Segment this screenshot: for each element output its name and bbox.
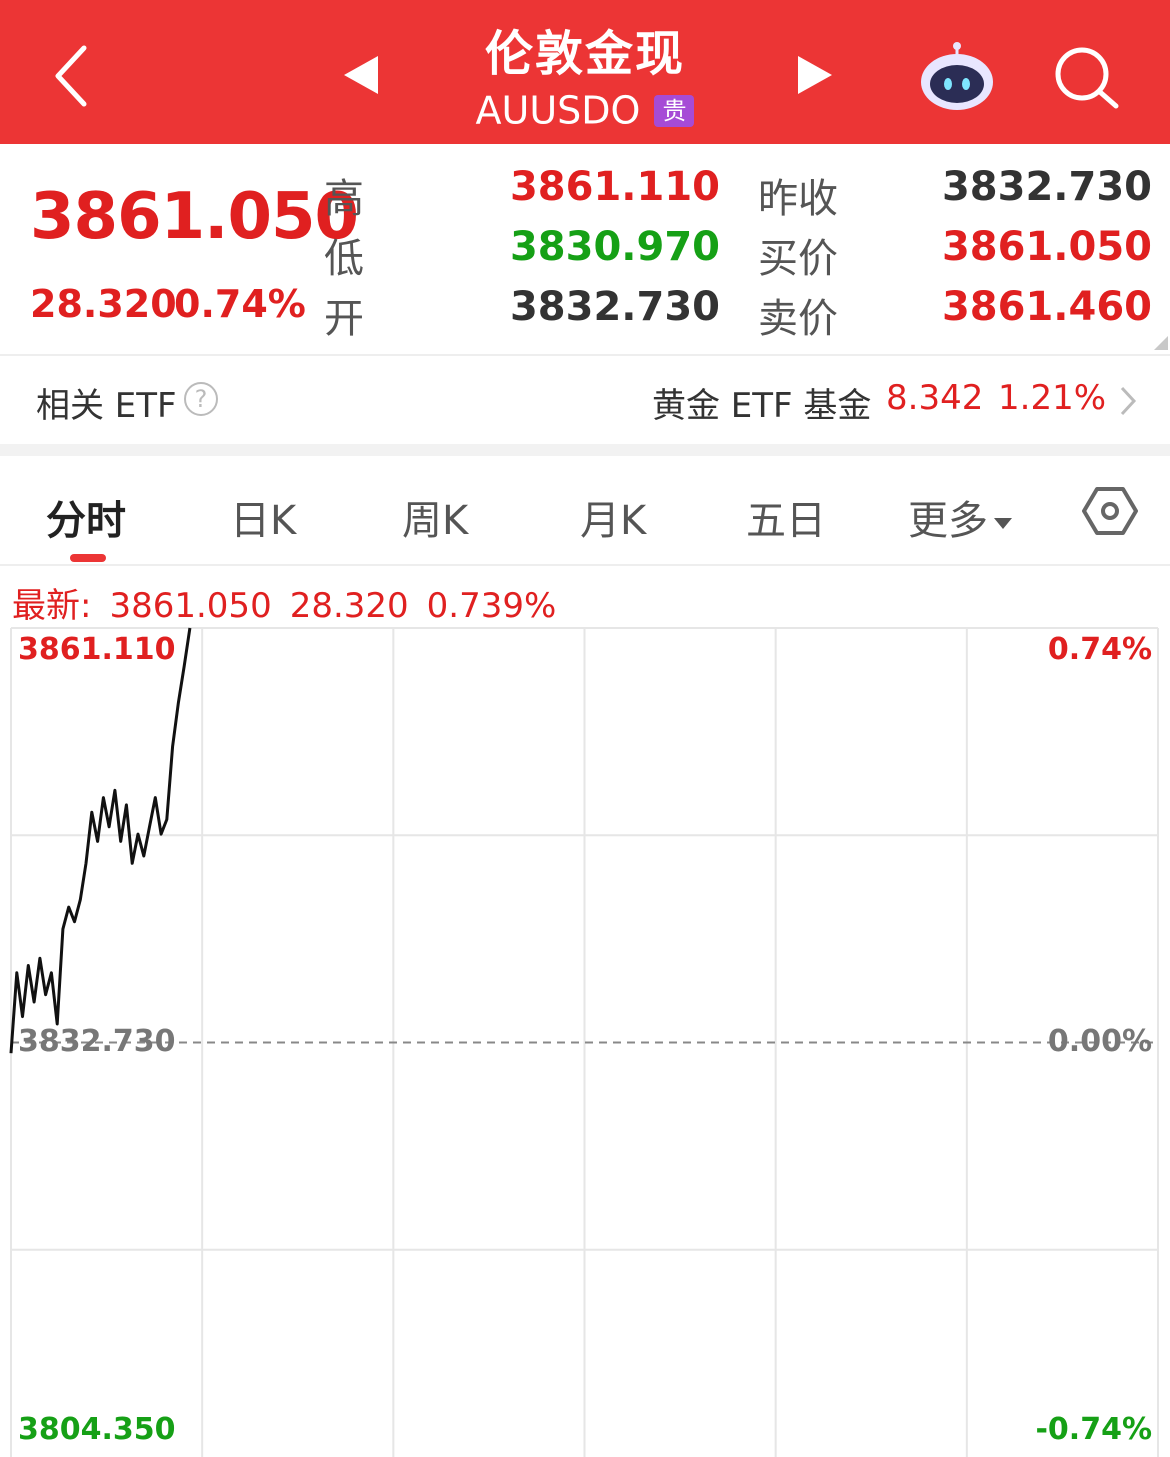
latest-percent: 0.739% xyxy=(426,586,557,626)
tab-more-label: 更多 xyxy=(908,498,988,544)
etf-price: 8.342 xyxy=(886,378,984,418)
category-badge: 贵 xyxy=(654,94,695,127)
help-icon[interactable]: ? xyxy=(184,382,218,416)
y-top-label: 3861.110 xyxy=(18,632,176,667)
bid-value: 3861.050 xyxy=(941,224,1152,270)
chevron-right-icon[interactable] xyxy=(1116,384,1140,418)
tab-intraday[interactable]: 分时 xyxy=(46,488,126,546)
etf-name: 黄金 ETF 基金 xyxy=(652,386,872,426)
pct-top-label: 0.74% xyxy=(1047,632,1152,667)
tab-weekly-k[interactable]: 周K xyxy=(402,488,468,546)
latest-quote-line: 最新: 3861.050 28.320 0.739% xyxy=(12,578,574,627)
ask-label: 卖价 xyxy=(758,296,838,342)
price-change: 28.320 xyxy=(30,282,177,326)
tab-five-day[interactable]: 五日 xyxy=(746,488,826,546)
prev-close-value: 3832.730 xyxy=(941,164,1152,210)
related-etf-label: 相关 ETF xyxy=(36,386,177,426)
ask-value: 3861.460 xyxy=(941,284,1152,330)
low-label: 低 xyxy=(324,236,364,282)
caret-down-icon xyxy=(994,517,1012,529)
last-price: 3861.050 xyxy=(30,180,359,254)
pct-bottom-label: -0.74% xyxy=(1035,1412,1152,1447)
latest-prefix: 最新: xyxy=(12,586,92,626)
search-icon[interactable] xyxy=(1050,42,1122,114)
etf-change-percent: 1.21% xyxy=(998,378,1107,418)
y-bottom-label: 3804.350 xyxy=(18,1412,176,1447)
y-mid-label: 3832.730 xyxy=(18,1024,176,1059)
tab-daily-k[interactable]: 日K xyxy=(230,488,296,546)
header-bar: 伦敦金现 AUUSDO 贵 xyxy=(0,0,1170,144)
prev-close-label: 昨收 xyxy=(758,176,838,222)
expand-corner-icon[interactable] xyxy=(1154,336,1168,350)
chart-tabs: 分时 日K 周K 月K 五日 更多 xyxy=(0,456,1170,566)
price-change-percent: 0.74% xyxy=(174,282,306,326)
low-value: 3830.970 xyxy=(509,224,720,270)
robot-icon[interactable] xyxy=(918,40,996,112)
latest-price: 3861.050 xyxy=(109,586,272,626)
high-label: 高 xyxy=(324,176,364,222)
related-etf-row[interactable]: 相关 ETF ? 黄金 ETF 基金 8.342 1.21% xyxy=(0,356,1170,444)
section-divider xyxy=(0,444,1170,456)
price-series-line xyxy=(9,627,192,1054)
intraday-chart[interactable]: 3861.110 0.74% 3832.730 0.00% 3804.350 -… xyxy=(0,626,1170,1457)
quote-panel: 3861.050 28.320 0.74% 高 低 开 3861.110 383… xyxy=(0,144,1170,356)
open-label: 开 xyxy=(324,296,364,342)
active-tab-indicator xyxy=(70,554,106,562)
triangle-right-icon[interactable] xyxy=(792,50,836,100)
tab-monthly-k[interactable]: 月K xyxy=(580,488,646,546)
symbol-code: AUUSDO xyxy=(475,88,641,133)
bid-label: 买价 xyxy=(758,236,838,282)
settings-hexagon-icon[interactable] xyxy=(1082,486,1138,536)
high-value: 3861.110 xyxy=(509,164,720,210)
tab-more[interactable]: 更多 xyxy=(908,488,1012,546)
latest-change: 28.320 xyxy=(289,586,409,626)
open-value: 3832.730 xyxy=(509,284,720,330)
pct-mid-label: 0.00% xyxy=(1047,1024,1152,1059)
